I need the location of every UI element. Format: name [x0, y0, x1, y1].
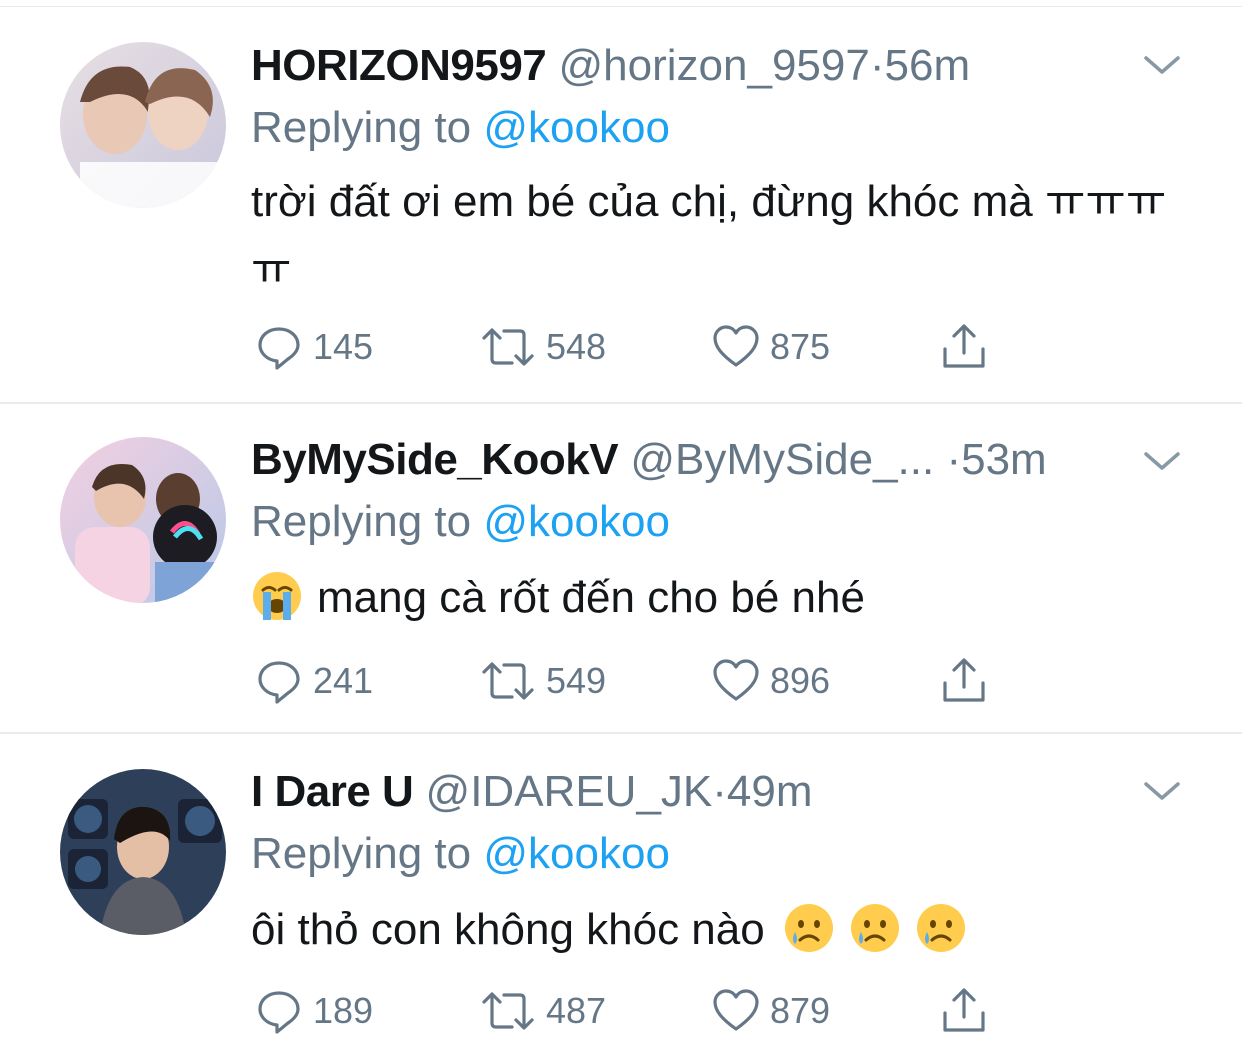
tweet-text-row: mang cà rốt đến cho bé nhé: [251, 564, 1191, 632]
like-count: 896: [770, 660, 831, 701]
tweet-text: trời đất ơi em bé của chị, đừng khóc mà …: [251, 177, 1167, 294]
chevron-down-icon[interactable]: [1142, 776, 1182, 806]
share-button[interactable]: [940, 656, 988, 706]
reply-button[interactable]: 241: [255, 656, 373, 706]
reply-count: 189: [313, 990, 374, 1031]
tweet-actions: 145 548 875: [0, 322, 1242, 372]
display-name[interactable]: HORIZON9597: [251, 41, 547, 90]
reply-mention-link[interactable]: @kookoo: [483, 829, 670, 878]
avatar[interactable]: [60, 769, 226, 935]
crying-face-icon: [915, 902, 967, 954]
avatar[interactable]: [60, 42, 226, 208]
tweet-text: ôi thỏ con không khóc nào: [251, 905, 765, 954]
dot-separator: ·: [869, 41, 885, 90]
replying-to-label: Replying to: [251, 103, 472, 152]
display-name[interactable]: I Dare U: [251, 767, 414, 816]
reply-count: 241: [313, 660, 374, 701]
tweet-3[interactable]: I Dare U @IDAREU_JK·49m Replying to @koo…: [0, 734, 1242, 1054]
share-icon: [943, 658, 985, 702]
tweet-actions: 241 549 896: [0, 656, 1242, 706]
chevron-down-icon[interactable]: [1142, 50, 1182, 80]
retweet-button[interactable]: 549: [480, 656, 606, 706]
avatar-photo-icon: [60, 769, 226, 935]
reply-icon: [258, 661, 300, 704]
replying-to-label: Replying to: [251, 829, 472, 878]
username[interactable]: @IDAREU_JK: [426, 767, 713, 816]
avatar-photo-icon: [60, 42, 226, 208]
reply-context: Replying to @kookoo: [251, 496, 670, 548]
username[interactable]: @horizon_9597: [559, 41, 870, 90]
reply-mention-link[interactable]: @kookoo: [483, 497, 670, 546]
tweet-2[interactable]: ByMySide_KookV @ByMySide_... ·53m Replyi…: [0, 404, 1242, 734]
avatar[interactable]: [60, 437, 226, 603]
reply-button[interactable]: 145: [255, 322, 373, 372]
retweet-icon: [482, 992, 534, 1030]
tweet-1[interactable]: HORIZON9597 @horizon_9597·56m Replying t…: [0, 0, 1242, 404]
like-button[interactable]: 875: [712, 322, 830, 372]
retweet-button[interactable]: 487: [480, 986, 606, 1036]
tweet-header: ByMySide_KookV @ByMySide_... ·53m: [251, 434, 1047, 486]
retweet-count: 549: [546, 660, 607, 701]
like-count: 875: [770, 326, 831, 367]
reply-context: Replying to @kookoo: [251, 828, 670, 880]
crying-face-icon: [849, 902, 901, 954]
timestamp[interactable]: 53m: [961, 435, 1047, 484]
crying-face-icon: [783, 902, 835, 954]
reply-count: 145: [313, 326, 374, 367]
reply-icon: [258, 991, 300, 1034]
chevron-down-icon[interactable]: [1142, 446, 1182, 476]
tweet-text-row: ôi thỏ con không khóc nào: [251, 896, 1191, 964]
replying-to-label: Replying to: [251, 497, 472, 546]
retweet-icon: [482, 662, 534, 700]
share-icon: [943, 324, 985, 368]
retweet-count: 548: [546, 326, 607, 367]
like-count: 879: [770, 990, 831, 1031]
dot-separator: ·: [712, 767, 727, 816]
share-icon: [943, 988, 985, 1032]
like-button[interactable]: 896: [712, 656, 830, 706]
retweet-button[interactable]: 548: [480, 322, 606, 372]
tweet-header: I Dare U @IDAREU_JK·49m: [251, 766, 813, 818]
share-button[interactable]: [940, 322, 988, 372]
timestamp[interactable]: 49m: [727, 767, 813, 816]
username[interactable]: @ByMySide_...: [630, 435, 934, 484]
reply-mention-link[interactable]: @kookoo: [483, 103, 670, 152]
like-button[interactable]: 879: [712, 986, 830, 1036]
heart-icon: [713, 989, 759, 1031]
dot-separator: ·: [946, 435, 962, 484]
timestamp[interactable]: 56m: [885, 41, 971, 90]
retweet-icon: [482, 328, 534, 366]
avatar-photo-icon: [60, 437, 226, 603]
heart-icon: [713, 659, 759, 701]
reply-button[interactable]: 189: [255, 986, 373, 1036]
tweet-actions: 189 487 879: [0, 986, 1242, 1036]
reply-context: Replying to @kookoo: [251, 102, 670, 154]
share-button[interactable]: [940, 986, 988, 1036]
display-name[interactable]: ByMySide_KookV: [251, 435, 619, 484]
heart-icon: [713, 325, 759, 367]
reply-icon: [258, 327, 300, 370]
loudly-crying-face-icon: [251, 570, 303, 622]
tweet-header: HORIZON9597 @horizon_9597·56m: [251, 40, 970, 92]
retweet-count: 487: [546, 990, 607, 1031]
tweet-text: mang cà rốt đến cho bé nhé: [317, 573, 865, 622]
